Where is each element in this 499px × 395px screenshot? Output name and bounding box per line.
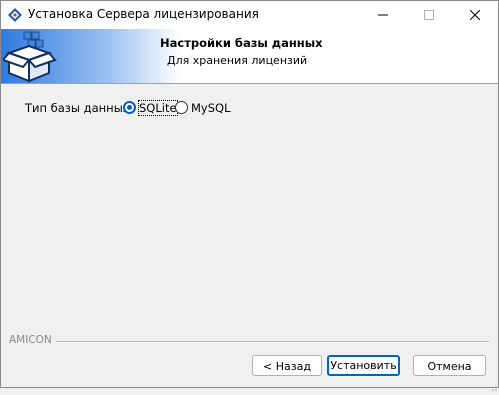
minimize-button[interactable]	[360, 1, 406, 29]
minimize-icon	[378, 14, 388, 16]
window-title: Установка Сервера лицензирования	[28, 7, 259, 21]
brand-label: AMICON	[9, 334, 52, 346]
resize-grip-icon[interactable]	[490, 381, 498, 391]
back-button[interactable]: < Назад	[252, 355, 322, 376]
close-icon	[470, 10, 480, 20]
installer-window: Установка Сервера лицензирования Настрой…	[0, 0, 499, 391]
footer-divider	[56, 341, 489, 343]
app-icon	[7, 7, 23, 23]
title-bar[interactable]: Установка Сервера лицензирования	[1, 1, 498, 29]
radio-circle[interactable]	[175, 101, 188, 114]
box-logo-icon	[1, 29, 59, 83]
page-subtitle: Для хранения лицензий	[167, 54, 308, 67]
install-button[interactable]: Установить	[327, 355, 400, 376]
maximize-icon	[424, 10, 434, 20]
radio-sqlite-label[interactable]: SQLite	[138, 100, 178, 116]
db-type-label: Тип базы данных:	[25, 101, 134, 115]
wizard-header: Настройки базы данных Для хранения лицен…	[1, 29, 498, 84]
close-button[interactable]	[452, 1, 498, 29]
cancel-button[interactable]: Отмена	[413, 355, 486, 376]
radio-mysql-label[interactable]: MySQL	[191, 101, 231, 115]
page-title: Настройки базы данных	[160, 36, 323, 50]
radio-circle[interactable]	[123, 101, 136, 114]
maximize-button[interactable]	[406, 1, 452, 29]
